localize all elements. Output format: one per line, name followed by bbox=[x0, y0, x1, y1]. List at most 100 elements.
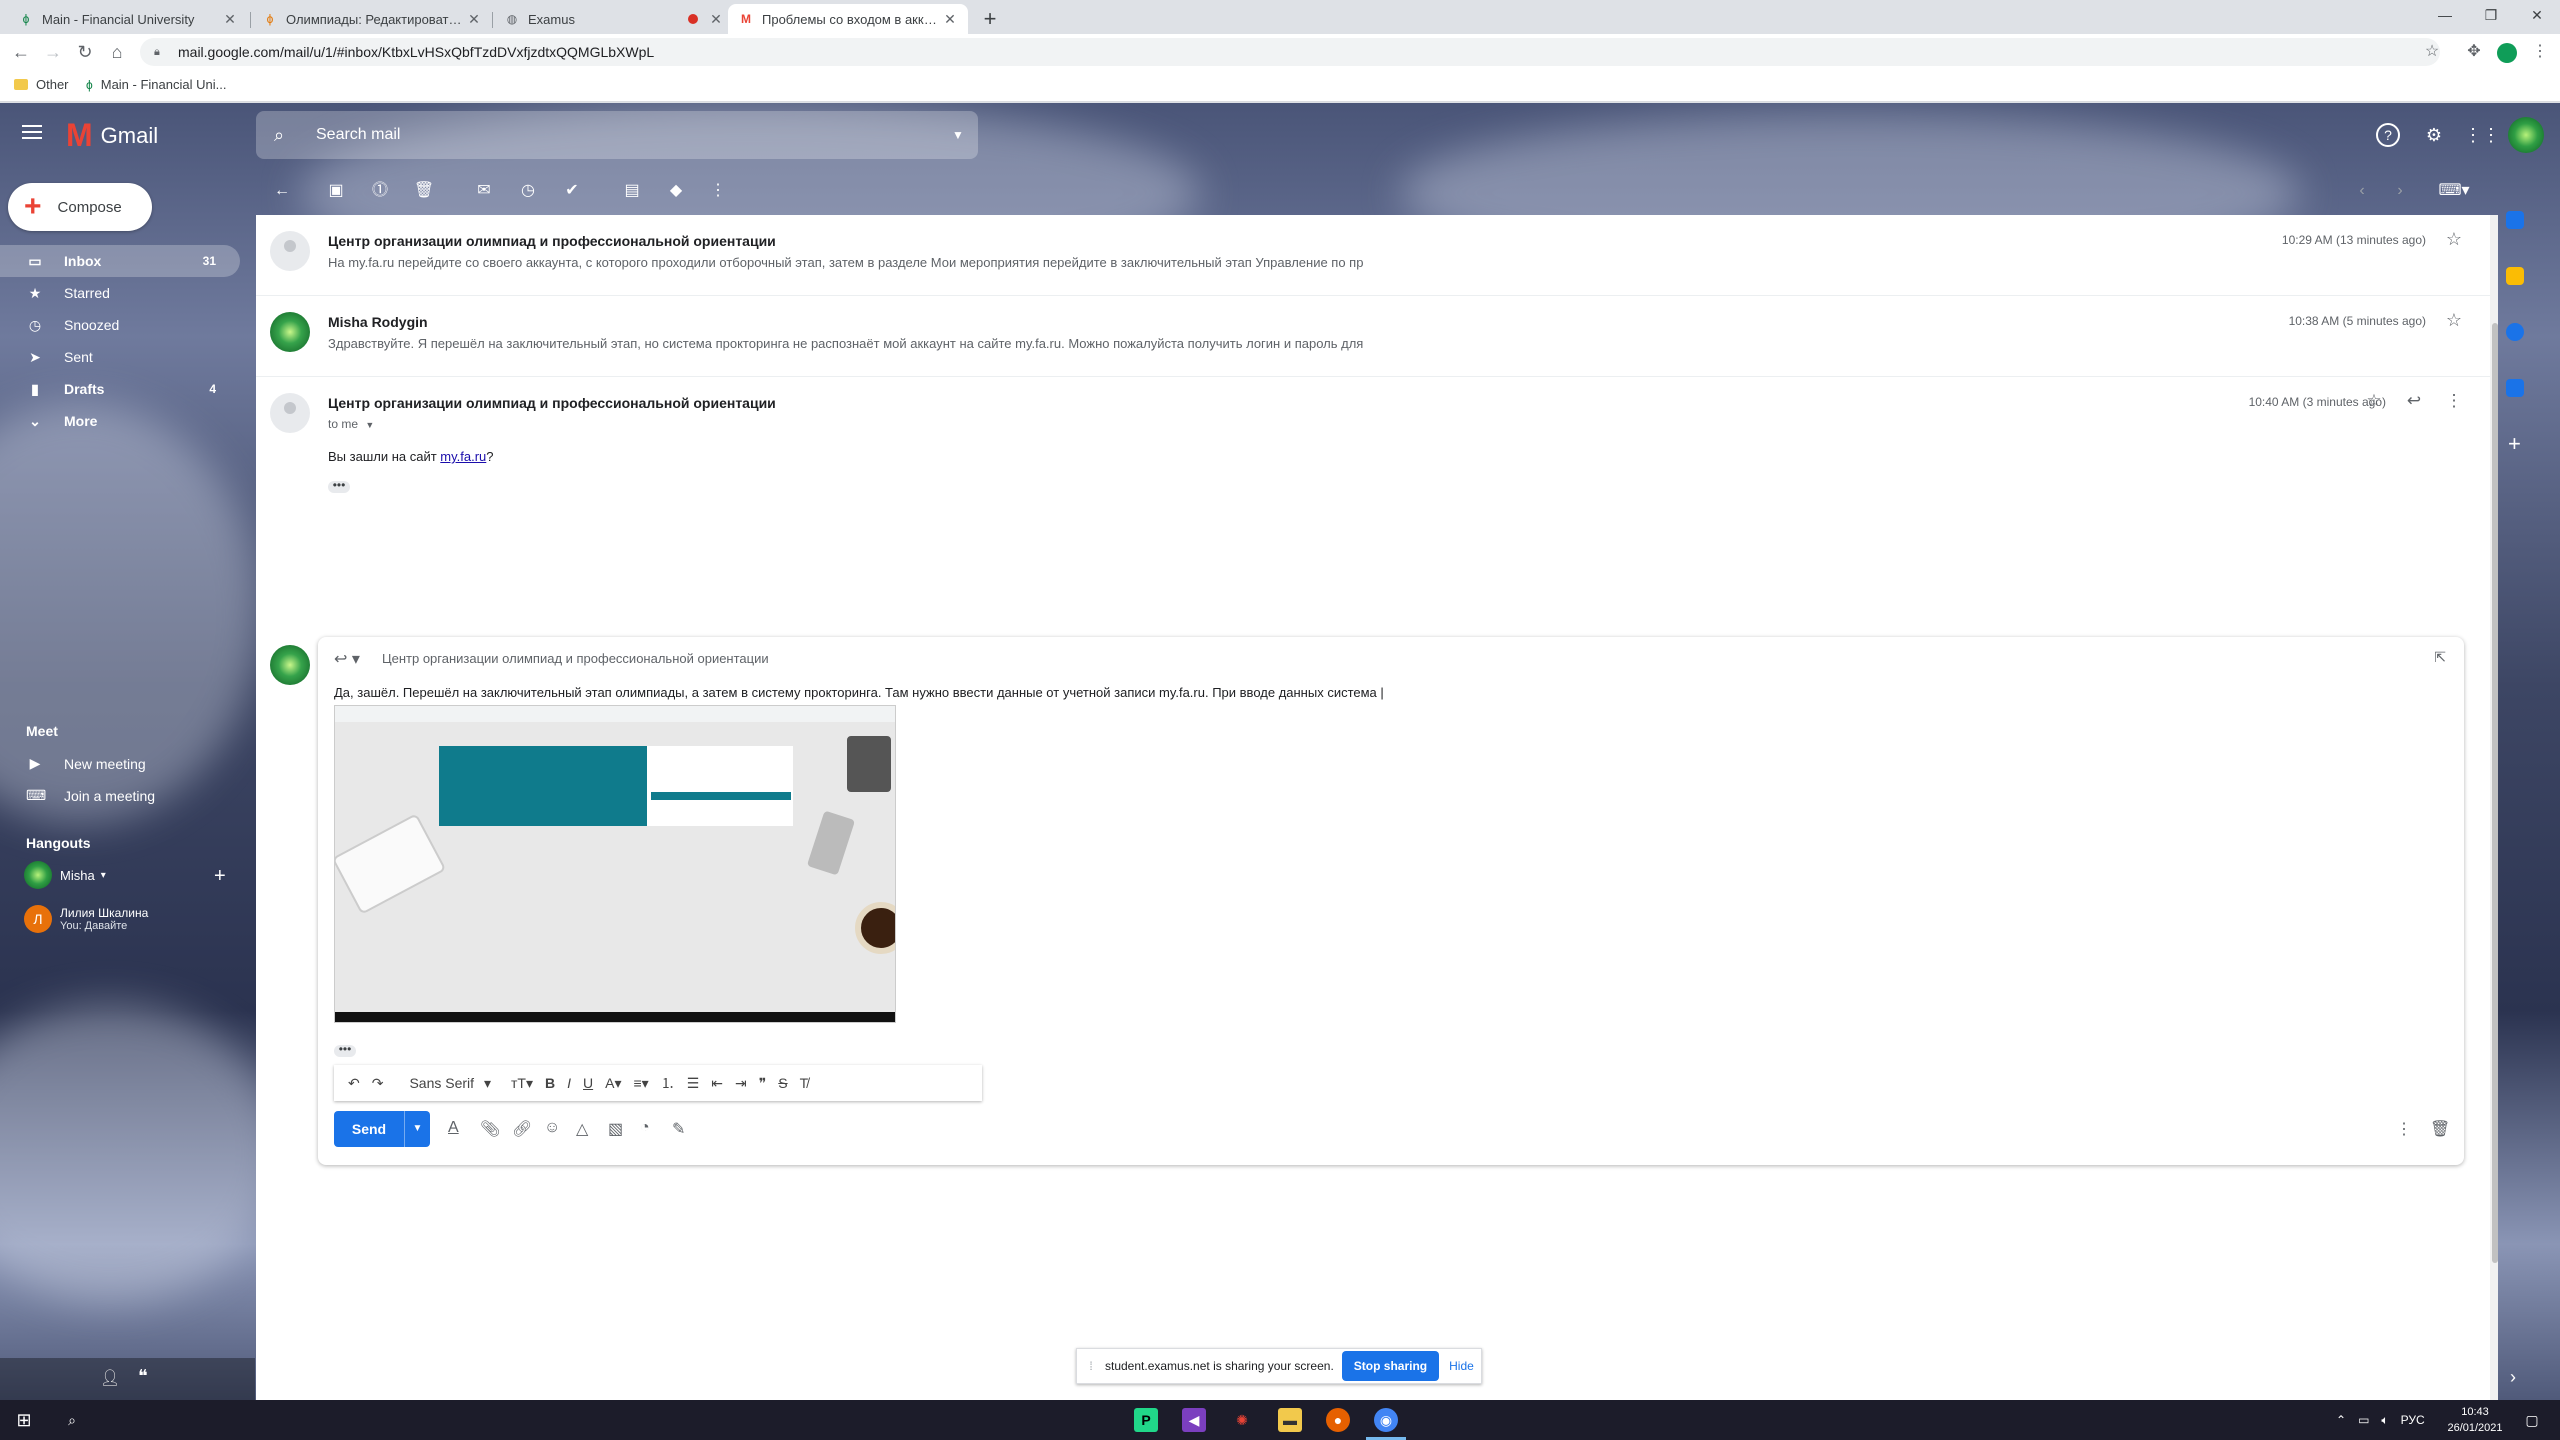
strikethrough-icon[interactable]: S bbox=[778, 1075, 787, 1091]
bookmark-other[interactable]: Other bbox=[14, 77, 69, 92]
app-gear-icon[interactable]: ✺ bbox=[1230, 1408, 1254, 1432]
signature-icon[interactable]: ✎ bbox=[672, 1119, 685, 1139]
sidebar-item-snoozed[interactable]: ◷ Snoozed bbox=[0, 309, 240, 341]
new-meeting-link[interactable]: ▶ New meeting bbox=[26, 755, 146, 772]
new-tab-button[interactable]: + bbox=[977, 6, 1003, 32]
close-tab-icon[interactable]: ✕ bbox=[222, 11, 238, 28]
restore-button[interactable]: ❐ bbox=[2468, 0, 2514, 32]
sidebar-item-sent[interactable]: ➤ Sent bbox=[0, 341, 240, 373]
gmail-logo[interactable]: M Gmail bbox=[66, 117, 158, 154]
chrome-icon[interactable]: ◉ bbox=[1366, 1408, 1406, 1440]
show-trimmed-content-button[interactable]: ••• bbox=[334, 1043, 356, 1057]
indent-more-icon[interactable]: ⇥ bbox=[735, 1075, 747, 1092]
drag-handle-icon[interactable]: ⁞ bbox=[1083, 1359, 1099, 1373]
bookmark-main-fu[interactable]: ϕ Main - Financial Uni... bbox=[86, 77, 226, 92]
star-icon[interactable]: ☆ bbox=[2362, 391, 2386, 411]
more-options-icon[interactable]: ⋮ bbox=[2396, 1119, 2412, 1139]
newer-icon[interactable]: ‹ bbox=[2350, 179, 2374, 203]
underline-icon[interactable]: U bbox=[583, 1075, 593, 1091]
stop-sharing-button[interactable]: Stop sharing bbox=[1341, 1351, 1440, 1381]
older-icon[interactable]: › bbox=[2388, 179, 2412, 203]
show-side-panel-icon[interactable]: › bbox=[2510, 1367, 2516, 1388]
add-to-tasks-icon[interactable]: ✔ bbox=[560, 179, 584, 203]
file-explorer-icon[interactable]: ▬ bbox=[1278, 1408, 1302, 1432]
windows-start-icon[interactable]: ⊞ bbox=[12, 1408, 36, 1432]
message-body-link[interactable]: my.fa.ru bbox=[440, 449, 486, 464]
align-icon[interactable]: ≡▾ bbox=[634, 1075, 649, 1092]
text-color-icon[interactable]: A▾ bbox=[605, 1075, 621, 1092]
more-options-icon[interactable]: ⋮ bbox=[706, 179, 730, 203]
send-options-icon[interactable]: ▼ bbox=[404, 1111, 430, 1147]
font-family-select[interactable]: Sans Serif ▾ bbox=[403, 1075, 491, 1092]
bookmark-star-icon[interactable]: ☆ bbox=[2420, 40, 2444, 64]
close-tab-icon[interactable]: ✕ bbox=[466, 11, 482, 28]
back-to-inbox-icon[interactable]: ← bbox=[270, 179, 294, 203]
help-icon[interactable]: ? bbox=[2376, 123, 2400, 147]
search-options-icon[interactable]: ▼ bbox=[938, 128, 978, 142]
quote-icon[interactable]: ❞ bbox=[759, 1075, 767, 1092]
calendar-icon[interactable] bbox=[2506, 211, 2524, 229]
settings-gear-icon[interactable]: ⚙ bbox=[2420, 121, 2448, 149]
clock[interactable]: 10:43 26/01/2021 bbox=[2440, 1404, 2510, 1436]
back-button[interactable]: ← bbox=[8, 39, 34, 65]
bold-icon[interactable]: B bbox=[545, 1075, 555, 1091]
volume-icon[interactable]: 🔈︎ bbox=[2381, 1413, 2388, 1428]
popout-icon[interactable]: ⇱ bbox=[2434, 649, 2446, 666]
insert-link-icon[interactable]: 🔗︎ bbox=[512, 1119, 532, 1139]
search-icon[interactable]: ⌕ bbox=[60, 1408, 84, 1432]
main-menu-button[interactable] bbox=[22, 121, 50, 149]
close-tab-icon[interactable]: ✕ bbox=[708, 11, 724, 28]
language-indicator[interactable]: РУС bbox=[2401, 1413, 2425, 1427]
hangouts-icon[interactable]: ❝ bbox=[138, 1366, 148, 1387]
font-size-icon[interactable]: тT▾ bbox=[511, 1075, 533, 1092]
message-collapsed[interactable]: Центр организации олимпиад и профессиона… bbox=[256, 215, 2490, 295]
emoji-icon[interactable]: ☺ bbox=[544, 1119, 560, 1137]
browser-tab-olympiads[interactable]: ϕ Олимпиады: Редактировать ин ✕ bbox=[252, 4, 492, 34]
search-bar[interactable]: ⌕ Search mail ▼ bbox=[256, 111, 978, 159]
home-button[interactable]: ⌂ bbox=[104, 39, 130, 65]
discard-draft-icon[interactable]: 🗑︎ bbox=[2430, 1119, 2450, 1139]
more-options-icon[interactable]: ⋮ bbox=[2442, 391, 2466, 411]
redo-icon[interactable]: ↷ bbox=[372, 1075, 384, 1092]
join-meeting-link[interactable]: ⌨ Join a meeting bbox=[26, 787, 155, 804]
sidebar-item-more[interactable]: ⌄ More bbox=[0, 405, 240, 437]
browser-tab-examus[interactable]: ◍ Examus ✕ bbox=[494, 4, 734, 34]
person-icon[interactable]: 👤︎ bbox=[100, 1368, 120, 1388]
reply-icon[interactable]: ↩ bbox=[2402, 391, 2426, 411]
formatting-options-icon[interactable]: A bbox=[448, 1119, 459, 1137]
browser-tab-gmail[interactable]: M Проблемы со входом в аккаун ✕ bbox=[728, 4, 968, 34]
get-addons-icon[interactable]: + bbox=[2508, 431, 2521, 457]
reply-recipient[interactable]: Центр организации олимпиад и профессиона… bbox=[382, 651, 769, 666]
italic-icon[interactable]: I bbox=[567, 1075, 571, 1091]
numbered-list-icon[interactable]: ⒈ bbox=[661, 1073, 675, 1093]
message-collapsed[interactable]: Misha Rodygin Здравствуйте. Я перешёл на… bbox=[256, 296, 2490, 376]
star-icon[interactable]: ☆ bbox=[2444, 310, 2464, 331]
search-input[interactable]: Search mail bbox=[316, 126, 938, 144]
sidebar-item-drafts[interactable]: ▮ Drafts 4 bbox=[0, 373, 240, 405]
indent-less-icon[interactable]: ⇤ bbox=[711, 1075, 723, 1092]
keep-icon[interactable] bbox=[2506, 267, 2524, 285]
extensions-icon[interactable]: ✥ bbox=[2462, 40, 2486, 64]
profile-avatar[interactable] bbox=[2497, 43, 2517, 63]
send-button[interactable]: Send ▼ bbox=[334, 1111, 430, 1147]
reply-body-input[interactable]: Да, зашёл. Перешёл на заключительный эта… bbox=[334, 685, 1384, 700]
add-contact-button[interactable]: + bbox=[214, 865, 226, 888]
compose-button[interactable]: + Compose bbox=[8, 183, 152, 231]
network-icon[interactable]: ▭ bbox=[2358, 1413, 2369, 1427]
tasks-icon[interactable] bbox=[2506, 323, 2524, 341]
star-icon[interactable]: ☆ bbox=[2444, 229, 2464, 250]
attach-file-icon[interactable]: 📎︎ bbox=[480, 1119, 500, 1139]
contacts-icon[interactable] bbox=[2506, 379, 2524, 397]
hangouts-contact[interactable]: Л Лилия Шкалина You: Давайте bbox=[24, 905, 148, 933]
label-icon[interactable]: ◆ bbox=[664, 179, 688, 203]
tray-chevron-icon[interactable]: ⌃ bbox=[2336, 1413, 2346, 1427]
remove-formatting-icon[interactable]: T̸ bbox=[800, 1075, 809, 1091]
move-to-icon[interactable]: ▤ bbox=[620, 179, 644, 203]
mark-unread-icon[interactable]: ✉ bbox=[472, 179, 496, 203]
archive-icon[interactable]: ▣ bbox=[324, 179, 348, 203]
sidebar-item-inbox[interactable]: ▭ Inbox 31 bbox=[0, 245, 240, 277]
report-spam-icon[interactable]: ⓵ bbox=[368, 179, 392, 203]
reply-type-icon[interactable]: ↩ ▾ bbox=[334, 649, 360, 669]
hide-button[interactable]: Hide bbox=[1449, 1359, 1474, 1373]
chevron-down-icon[interactable]: ▼ bbox=[365, 420, 374, 430]
